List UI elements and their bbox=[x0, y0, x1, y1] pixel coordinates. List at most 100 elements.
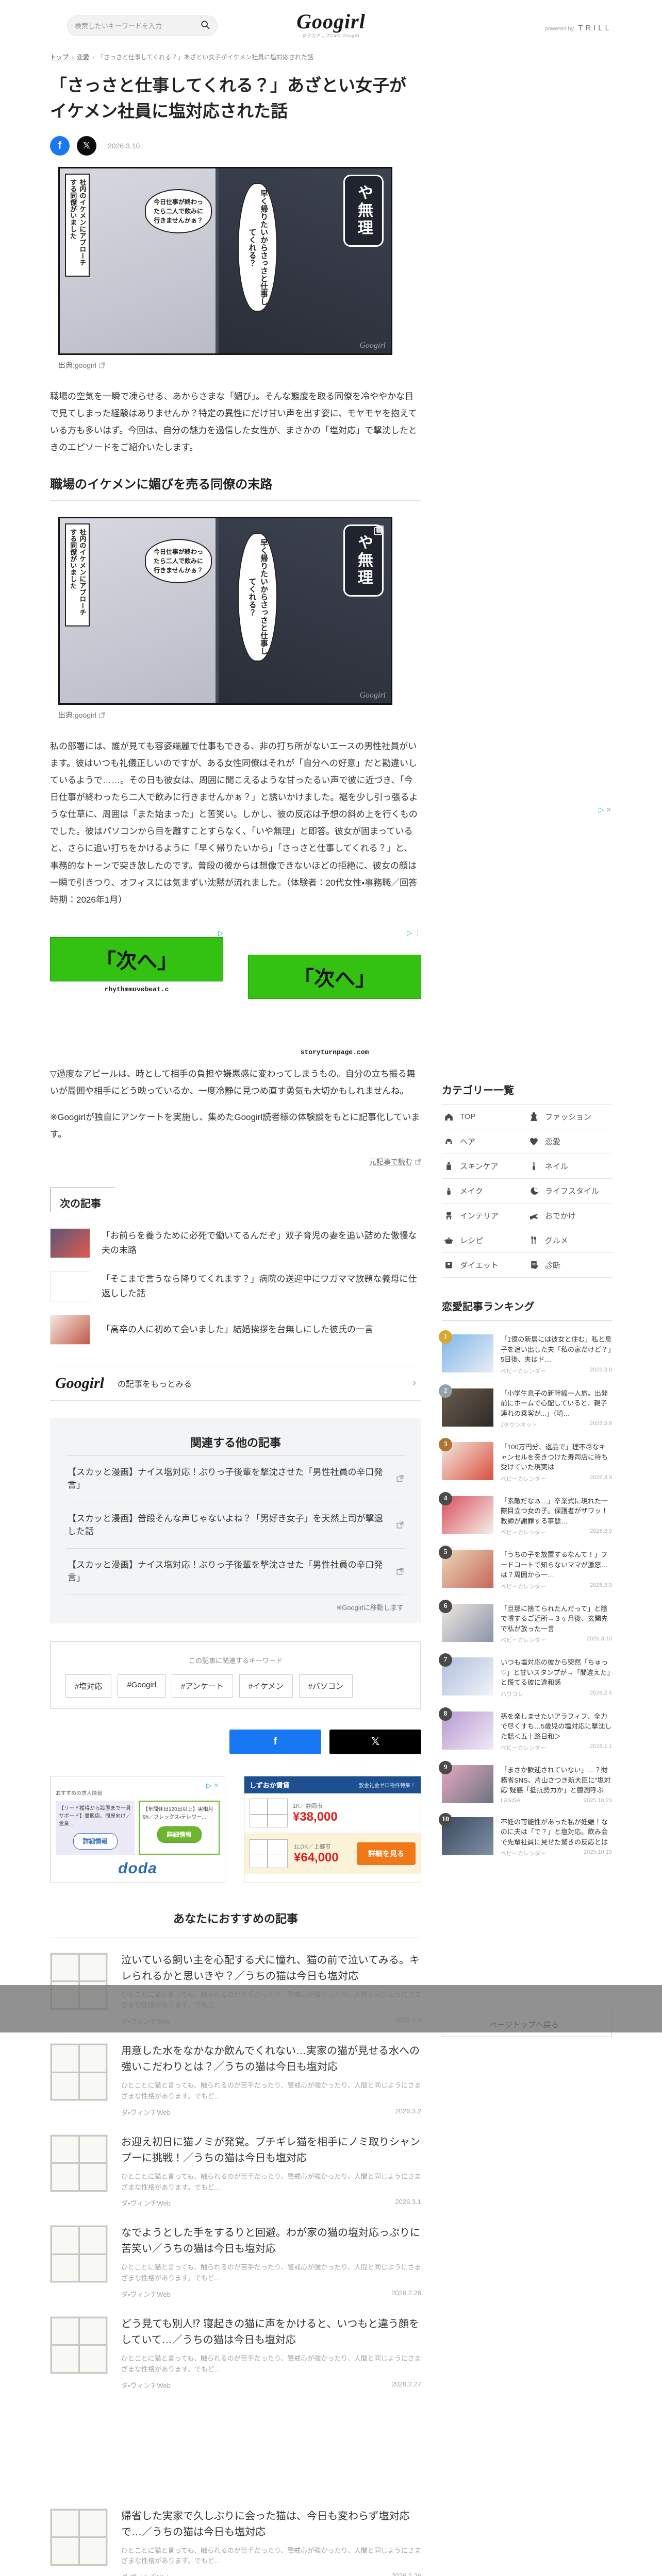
list-item[interactable]: 帰省した実家で久しぶりに会った猫は、今日も変わらず塩対応で…／うちの猫は今日も塩… bbox=[50, 2494, 421, 2576]
article-title: いつも塩対応の彼から突然「ちゅっ♡」と甘いスタンプが→「間違えた」と慌てる彼に違… bbox=[501, 1658, 610, 1686]
ranking-item[interactable]: 7 いつも塩対応の彼から突然「ちゅっ♡」と甘いスタンプが→「間違えた」と慌てる彼に… bbox=[439, 1653, 612, 1698]
sticky-ad-overlay[interactable] bbox=[0, 1985, 662, 2032]
sidebar-category-診断[interactable]: 診断 bbox=[527, 1253, 612, 1278]
estate-detail-button[interactable]: 詳細を見る bbox=[357, 1842, 416, 1865]
ranking-item[interactable]: 9 「まさか歓迎されていない」…？財務省SNS、片山さつき新大臣に"塩対応"疑惑「… bbox=[439, 1761, 612, 1804]
ranking-item[interactable]: 6 「旦那に捨てられたんだって」と陰で噂するご近所→３ヶ月後、玄関先で私が放った一… bbox=[439, 1599, 612, 1645]
estate-ad[interactable]: しずおか賃貸 敷金礼金ゼロ物件特集！ 1K／静岡市 ¥38,000 1LDK／上… bbox=[244, 1775, 421, 1883]
sidebar-category-ファッション[interactable]: ファッション bbox=[527, 1105, 612, 1129]
sidebar-category-ヘア[interactable]: ヘア bbox=[442, 1129, 527, 1154]
article-source: ベビーカレンダー bbox=[501, 1851, 546, 1857]
related-article-item[interactable]: 【スカッと漫画】ナイス塩対応！ぶりっ子後輩を撃沈させた「男性社員の辛口発言」 bbox=[67, 1549, 405, 1595]
list-item[interactable]: どう見ても別人⁉ 寝起きの猫に声をかけると、いつもと違う顔をしていて…／うちの猫… bbox=[50, 2302, 421, 2393]
rent-price: ¥64,000 bbox=[294, 1850, 339, 1865]
facebook-share-button[interactable]: f bbox=[229, 1729, 321, 1754]
keyword-tag[interactable]: #Googirl bbox=[118, 1674, 166, 1698]
list-item[interactable]: 用意した水をなかなか飲んでくれない…実家の猫が見せる水への強いこだわりとは？／う… bbox=[50, 2029, 421, 2120]
related-article-item[interactable]: 【スカッと漫画】ナイス塩対応！ぶりっ子後輩を撃沈させた「男性社員の辛口発言」 bbox=[67, 1455, 405, 1502]
keyword-tag[interactable]: #パソコン bbox=[299, 1674, 353, 1698]
list-item[interactable]: お迎え初日に猫ノミが発覚。ブチギレ猫を相手にノミ取りシャンプーに挑戦！／うちの猫… bbox=[50, 2120, 421, 2211]
breadcrumb-home[interactable]: トップ bbox=[50, 54, 69, 61]
article-title: 【スカッと漫画】普段そんな声じゃないよね？「男好き女子」を天然上司が撃退した話 bbox=[68, 1513, 383, 1537]
comic-image[interactable]: 社内のイケメンにアプローチする同僚がいました 今日仕事が終わったら二人で飲みに行… bbox=[58, 167, 392, 355]
ranking-item[interactable]: 2 「小学生息子の新幹線一人旅。出発前にホームで心配していると、親子連れの乗客が.… bbox=[439, 1384, 612, 1429]
article-thumbnail bbox=[50, 1314, 90, 1345]
keyword-tag[interactable]: #アンケート bbox=[172, 1674, 233, 1698]
keyword-tag[interactable]: #イケメン bbox=[239, 1674, 293, 1698]
job-detail-button[interactable]: 詳細情報 bbox=[157, 1826, 202, 1843]
next-article-item[interactable]: 「そこまで言うなら降りてくれます？」病院の送迎中にワガママ放題な義母に仕返しした… bbox=[50, 1265, 421, 1308]
x-share-button[interactable]: 𝕏 bbox=[329, 1729, 421, 1754]
ad-close-icon[interactable]: ✕ bbox=[606, 806, 612, 814]
ranking-item[interactable]: 3 「100万円分、返品で」理不尽なキャンセルを突きつけた寿司店に待ち受けていた現… bbox=[439, 1438, 612, 1483]
doda-logo[interactable]: doda bbox=[56, 1860, 220, 1877]
next-article-item[interactable]: 「高卒の人に初めて会いました」結婚挨拶を台無しにした彼氏の一言 bbox=[50, 1308, 421, 1351]
adchoices-icon[interactable]: ▷ bbox=[599, 806, 604, 814]
sidebar-category-メイク[interactable]: メイク bbox=[442, 1179, 527, 1204]
ad-right[interactable]: ▷ ⋮ 「次へ」 storyturnpage.com bbox=[248, 929, 421, 1056]
adchoices-icon[interactable]: ▷ bbox=[206, 1782, 211, 1790]
ranking-item[interactable]: 10 不妊の可能性があった私が妊娠！なのに夫は「で？」と塩対応。飲み会で先輩社員に… bbox=[439, 1812, 612, 1858]
job-card[interactable]: 【リード獲得から設置まで一貫サポード】量販店、問屋向け／営業... 詳細情報 bbox=[56, 1800, 135, 1855]
comic-bubble-refuse-big: や無理 bbox=[343, 175, 384, 247]
related-article-item[interactable]: 【スカッと漫画】普段そんな声じゃないよね？「男好き女子」を天然上司が撃退した話 bbox=[67, 1502, 405, 1549]
x-share-icon[interactable]: 𝕏 bbox=[77, 136, 96, 156]
read-original-link[interactable]: 元記事で読む bbox=[369, 1157, 412, 1167]
ranking-item[interactable]: 5 「うちの子を放置するなんて！」フードコートで知らないママが激怒…は？周囲から一… bbox=[439, 1546, 612, 1590]
ad-next-button[interactable]: 「次へ」 bbox=[50, 937, 223, 981]
article-description: ひとことに猫と言っても、触られるのが苦手だったり、警戒心が強かったり、人間と同じ… bbox=[121, 2354, 421, 2373]
article-description: ひとことに猫と言っても、触られるのが苦手だったり、警戒心が強かったり、人間と同じ… bbox=[121, 2546, 421, 2565]
sidebar-category-インテリア[interactable]: インテリア bbox=[442, 1204, 527, 1228]
job-detail-button[interactable]: 詳細情報 bbox=[73, 1833, 118, 1850]
rank-badge: 5 bbox=[439, 1546, 452, 1559]
sidebar-category-おでかけ[interactable]: おでかけ bbox=[527, 1204, 612, 1228]
adchoices-icon[interactable]: ▷ bbox=[218, 929, 223, 937]
category-label: 恋愛 bbox=[545, 1138, 561, 1146]
article-date: 2026.3.1 bbox=[395, 2198, 421, 2206]
article-source: ベビーカレンダー bbox=[501, 1476, 546, 1482]
comic-image-2[interactable]: 社内のイケメンにアプローチする同僚がいました 今日仕事が終わったら二人で飲みに行… bbox=[58, 516, 392, 705]
ranking-item[interactable]: 8 孫を楽しませたいアラフィフ、全力で尽くすも…5歳児の塩対応に撃沈した話＜五十路… bbox=[439, 1707, 612, 1752]
site-logo[interactable]: Googirl 女子力アップCafe Googirl bbox=[50, 11, 612, 39]
article-date: 2026.3.10 bbox=[108, 142, 140, 150]
article-title: なでようとした手をするりと回避。わが家の猫の塩対応っぷりに苦笑い／うちの猫は今日… bbox=[121, 2227, 420, 2255]
article-title: 「そこまで言うなら降りてくれます？」病院の送迎中にワガママ放題な義母に仕返しした… bbox=[102, 1274, 417, 1298]
category-label: スキンケア bbox=[460, 1162, 499, 1171]
adchoices-icon[interactable]: ▷ bbox=[407, 929, 412, 937]
ad-next-button[interactable]: 「次へ」 bbox=[248, 954, 421, 999]
sidebar-category-TOP[interactable]: TOP bbox=[442, 1105, 527, 1129]
categories-grid: TOP ファッション ヘア 恋愛スキンケア ネイル メイク ライフスタイル インテリア おでかけ… bbox=[442, 1104, 612, 1278]
sidebar-category-レシピ[interactable]: レシピ bbox=[442, 1228, 527, 1253]
ranking-item[interactable]: 4 「素敵だなぁ…」卒業式に現れた一際目立つ女の子。保護者がザワッ！教師が謝罪する… bbox=[439, 1492, 612, 1537]
sidebar-category-グルメ[interactable]: グルメ bbox=[527, 1228, 612, 1253]
more-articles-bar[interactable]: Googirl の記事をもっとみる › bbox=[50, 1365, 421, 1401]
list-item[interactable]: なでようとした手をするりと回避。わが家の猫の塩対応っぷりに苦笑い／うちの猫は今日… bbox=[50, 2211, 421, 2302]
ranking-list: 1 「1億の新居には彼女と住む」私と息子を追い出した夫「私の家だけど？」5日後、夫… bbox=[439, 1330, 612, 1858]
sidebar-category-ライフスタイル[interactable]: ライフスタイル bbox=[527, 1179, 612, 1204]
article-title: 「お前らを養うために必死で働いてるんだぞ」双子育児の妻を追い詰めた傲慢な夫の末路 bbox=[102, 1231, 417, 1255]
keyword-tag[interactable]: #塩対応 bbox=[65, 1674, 112, 1698]
related-articles-box: 関連する他の記事 【スカッと漫画】ナイス塩対応！ぶりっ子後輩を撃沈させた「男性社… bbox=[50, 1418, 421, 1623]
rank-badge: 10 bbox=[439, 1812, 452, 1826]
ad-options-icon[interactable]: ⋮ bbox=[414, 929, 421, 937]
article-thumbnail bbox=[50, 2316, 108, 2374]
ad-close-icon[interactable]: ✕ bbox=[213, 1782, 220, 1790]
external-link-icon bbox=[396, 1521, 404, 1529]
food-icon bbox=[531, 1236, 536, 1244]
job-card[interactable]: 【年間休日120日以上】実働月9h／フレックス・テレワー... 詳細情報 bbox=[139, 1800, 220, 1855]
ad-left[interactable]: ▷ 「次へ」 rhythmmovebeat.c bbox=[50, 929, 223, 1056]
breadcrumb-category[interactable]: 恋愛 bbox=[77, 54, 89, 61]
sidebar-category-ネイル[interactable]: ネイル bbox=[527, 1154, 612, 1179]
doda-ad[interactable]: ▷ ✕ おすすめの求人情報 【リード獲得から設置まで一貫サポード】量販店、問屋向け… bbox=[50, 1775, 225, 1883]
facebook-share-icon[interactable]: f bbox=[50, 136, 70, 156]
sidebar-category-スキンケア[interactable]: スキンケア bbox=[442, 1154, 527, 1179]
trill-logo[interactable]: TRILL bbox=[578, 24, 612, 32]
sidebar-category-恋愛[interactable]: 恋愛 bbox=[527, 1129, 612, 1154]
next-article-item[interactable]: 「お前らを養うために必死で働いてるんだぞ」双子育児の妻を追い詰めた傲慢な夫の末路 bbox=[50, 1222, 421, 1265]
gallery-icon[interactable] bbox=[372, 523, 386, 539]
site-logo-text: Googirl bbox=[296, 10, 366, 33]
ranking-item[interactable]: 1 「1億の新居には彼女と住む」私と息子を追い出した夫「私の家だけど？」5日後、夫… bbox=[439, 1330, 612, 1375]
sidebar-ad-placeholder[interactable]: ▷ ✕ bbox=[442, 804, 612, 1059]
article-date: 2026.2.28 bbox=[391, 2289, 421, 2297]
sidebar-category-ダイエット[interactable]: ダイエット bbox=[442, 1253, 527, 1278]
